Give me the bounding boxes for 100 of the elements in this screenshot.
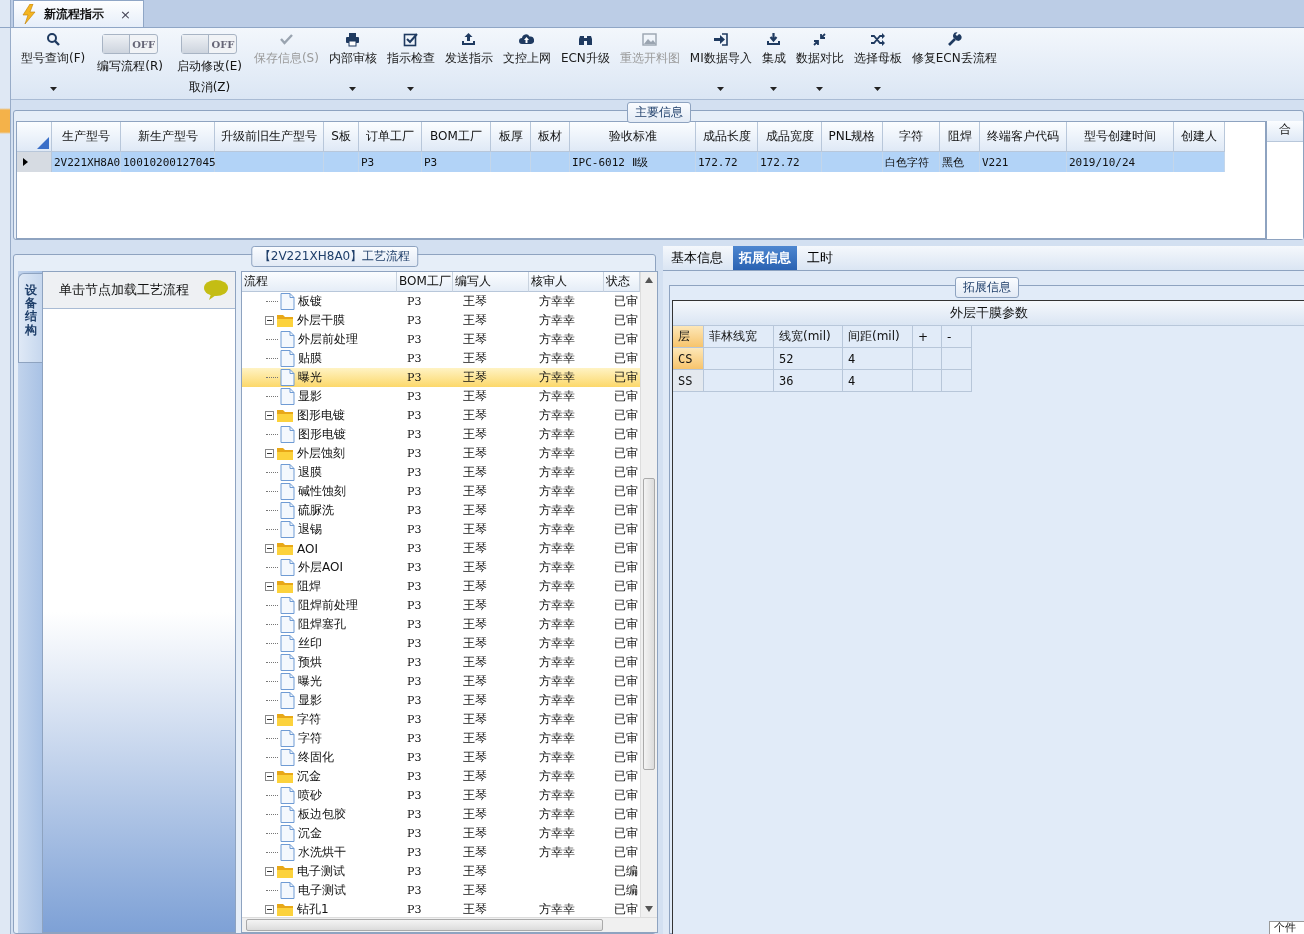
toolbar-button[interactable]: 文控上网 [498, 30, 555, 96]
column-header[interactable]: 成品长度 [696, 122, 758, 152]
column-header[interactable]: 菲林线宽 [704, 326, 774, 348]
collapse-icon[interactable] [265, 582, 274, 591]
hint-text: 单击节点加载工艺流程 [59, 281, 189, 299]
column-header[interactable]: 编写人 [453, 272, 529, 292]
toolbar-button[interactable]: ECN升级 [556, 30, 614, 96]
toolbar-button[interactable]: 数据对比 [791, 30, 848, 96]
column-header[interactable]: 新生产型号 [121, 122, 215, 152]
column-header[interactable]: 成品宽度 [758, 122, 822, 152]
collapse-icon[interactable] [265, 316, 274, 325]
up-arrow-icon[interactable] [645, 277, 653, 283]
tree-row[interactable]: 沉金 P3 王琴 方幸幸 已审 [242, 767, 640, 786]
column-header[interactable]: 流程 [242, 272, 397, 292]
tab[interactable]: 工时 [801, 246, 839, 270]
tab[interactable]: 拓展信息 [733, 246, 797, 270]
close-button[interactable]: × [118, 6, 133, 22]
tree-row[interactable]: 图形电镀 P3 王琴 方幸幸 已审 [242, 406, 640, 425]
tree-row[interactable]: 预烘 P3 王琴 方幸幸 已审 [242, 653, 640, 672]
column-header[interactable]: 间距(mil) [843, 326, 913, 348]
column-header[interactable]: 层 [673, 326, 704, 348]
tree-row[interactable]: 电子测试 P3 王琴 已编 [242, 881, 640, 900]
tree-row[interactable]: 电子测试 P3 王琴 已编 [242, 862, 640, 881]
tree-row[interactable]: 显影 P3 王琴 方幸幸 已审 [242, 387, 640, 406]
tree-row[interactable]: 退锡 P3 王琴 方幸幸 已审 [242, 520, 640, 539]
toolbar-button[interactable]: MI数据导入 [685, 30, 756, 96]
tree-row[interactable]: 板镀 P3 王琴 方幸幸 已审 [242, 292, 640, 311]
collapse-icon[interactable] [265, 715, 274, 724]
tree-row[interactable]: 阻焊 P3 王琴 方幸幸 已审 [242, 577, 640, 596]
column-header[interactable]: 阻焊 [940, 122, 980, 152]
tree-row[interactable]: 板边包胶 P3 王琴 方幸幸 已审 [242, 805, 640, 824]
tree-row[interactable]: 外层干膜 P3 王琴 方幸幸 已审 [242, 311, 640, 330]
column-header[interactable]: 订单工厂 [359, 122, 422, 152]
column-header[interactable]: 型号创建时间 [1067, 122, 1174, 152]
column-header[interactable]: S板 [324, 122, 359, 152]
tree-row[interactable]: 曝光 P3 王琴 方幸幸 已审 [242, 672, 640, 691]
table-cell: P3 [361, 155, 375, 169]
toolbar-button[interactable]: 修复ECN丢流程 [907, 30, 1001, 96]
collapse-icon[interactable] [265, 449, 274, 458]
column-header[interactable]: 板材 [531, 122, 570, 152]
column-header[interactable]: 核审人 [529, 272, 604, 292]
tree-row[interactable]: 终固化 P3 王琴 方幸幸 已审 [242, 748, 640, 767]
column-header[interactable]: 终端客户代码 [980, 122, 1067, 152]
scrollbar[interactable] [242, 917, 657, 932]
tree-row[interactable]: 阻焊塞孔 P3 王琴 方幸幸 已审 [242, 615, 640, 634]
column-header[interactable]: 创建人 [1174, 122, 1225, 152]
tree-cell: 王琴 [463, 293, 487, 310]
collapse-icon[interactable] [265, 905, 274, 914]
collapse-icon[interactable] [265, 544, 274, 553]
document-tab[interactable]: 新流程指示 × [13, 0, 144, 27]
tree-row[interactable]: 水洗烘干 P3 王琴 方幸幸 已审 [242, 843, 640, 862]
tree-row[interactable]: 丝印 P3 王琴 方幸幸 已审 [242, 634, 640, 653]
toolbar-button[interactable]: 型号查询(F) [17, 30, 90, 96]
column-header[interactable]: 升级前旧生产型号 [215, 122, 324, 152]
toolbar-button[interactable]: 发送指示 [440, 30, 497, 96]
column-header[interactable]: PNL规格 [822, 122, 883, 152]
toolbar-button[interactable]: 集成 [757, 30, 790, 96]
toolbar-button[interactable]: 选择母板 [849, 30, 906, 96]
column-header[interactable]: 板厚 [491, 122, 531, 152]
tree-row[interactable]: 喷砂 P3 王琴 方幸幸 已审 [242, 786, 640, 805]
tree-row[interactable]: AOI P3 王琴 方幸幸 已审 [242, 539, 640, 558]
tree-row[interactable]: 显影 P3 王琴 方幸幸 已审 [242, 691, 640, 710]
tree-row[interactable]: 沉金 P3 王琴 方幸幸 已审 [242, 824, 640, 843]
tree-row[interactable]: 退膜 P3 王琴 方幸幸 已审 [242, 463, 640, 482]
toolbar-button[interactable]: 指示检查 [382, 30, 439, 96]
column-header[interactable]: + [913, 326, 942, 348]
column-header[interactable]: BOM工厂 [397, 272, 453, 292]
tree-row[interactable]: 外层蚀刻 P3 王琴 方幸幸 已审 [242, 444, 640, 463]
row-header[interactable]: SS [673, 370, 704, 392]
toggle-switch[interactable]: OFF [181, 34, 238, 54]
tree-row[interactable]: 外层前处理 P3 王琴 方幸幸 已审 [242, 330, 640, 349]
tree-row[interactable]: 硫脲洗 P3 王琴 方幸幸 已审 [242, 501, 640, 520]
toggle-switch[interactable]: OFF [102, 34, 159, 54]
shuffle-icon [870, 32, 886, 47]
toolbar-button[interactable]: 内部审核 [324, 30, 381, 96]
column-header[interactable]: BOM工厂 [422, 122, 491, 152]
column-header[interactable]: 线宽(mil) [774, 326, 843, 348]
row-header[interactable]: CS [673, 348, 704, 370]
scrollbar[interactable] [640, 272, 657, 917]
tree-row[interactable]: 字符 P3 王琴 方幸幸 已审 [242, 729, 640, 748]
collapse-icon[interactable] [265, 867, 274, 876]
vertical-tab[interactable]: 设备结构 [18, 273, 42, 363]
table-row[interactable]: 2V221XH8A0 10010200127045 P3 P3 IPC-6012 Ⅱ级 172.72 172.72 白色字符 黑色 V221 2019/10/24 [17, 152, 1266, 172]
column-header[interactable]: 生产型号 [52, 122, 121, 152]
tree-row[interactable]: 贴膜 P3 王琴 方幸幸 已审 [242, 349, 640, 368]
tab[interactable]: 基本信息 [665, 246, 729, 270]
tree-row[interactable]: 钻孔1 P3 王琴 方幸幸 已审 [242, 900, 640, 917]
column-header[interactable]: 状态 [604, 272, 640, 292]
collapse-icon[interactable] [265, 772, 274, 781]
down-arrow-icon[interactable] [645, 906, 653, 912]
column-header[interactable]: 字符 [883, 122, 940, 152]
column-header[interactable]: 验收标准 [570, 122, 696, 152]
collapse-icon[interactable] [265, 411, 274, 420]
tree-row[interactable]: 图形电镀 P3 王琴 方幸幸 已审 [242, 425, 640, 444]
tree-row[interactable]: 字符 P3 王琴 方幸幸 已审 [242, 710, 640, 729]
tree-row[interactable]: 碱性蚀刻 P3 王琴 方幸幸 已审 [242, 482, 640, 501]
tree-row[interactable]: 曝光 P3 王琴 方幸幸 已审 [242, 368, 640, 387]
column-header[interactable]: - [942, 326, 972, 348]
tree-row[interactable]: 外层AOI P3 王琴 方幸幸 已审 [242, 558, 640, 577]
tree-row[interactable]: 阻焊前处理 P3 王琴 方幸幸 已审 [242, 596, 640, 615]
